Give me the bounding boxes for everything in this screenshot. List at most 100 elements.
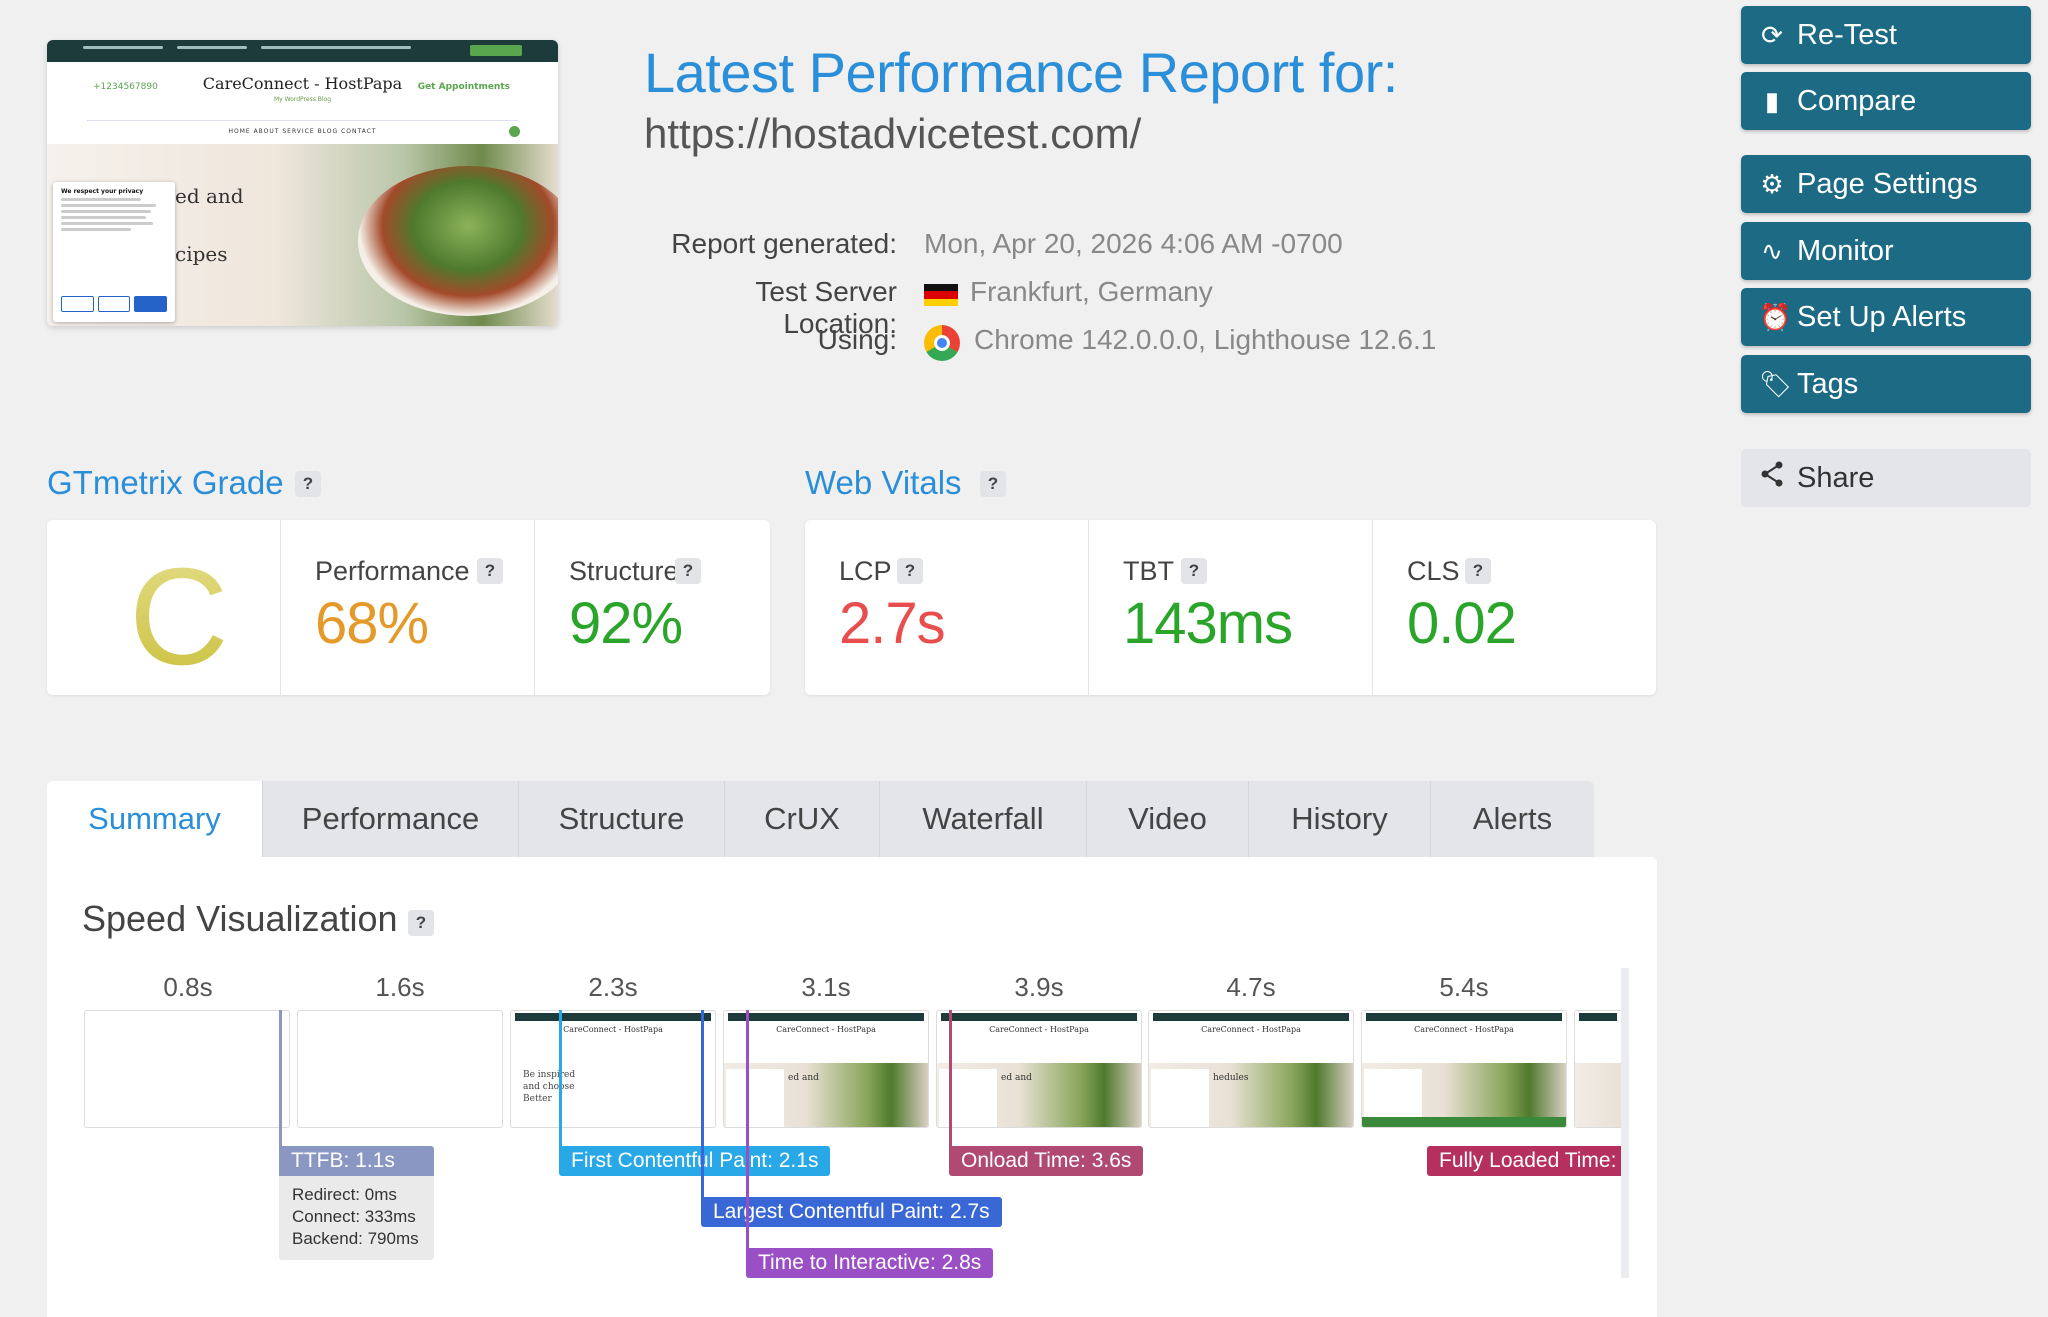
lcp-cell: LCP ? 2.7s — [805, 520, 1088, 695]
cls-help-icon[interactable]: ? — [1465, 558, 1491, 584]
alarm-clock-icon: ⏰ — [1759, 301, 1792, 332]
cls-label: CLS — [1407, 556, 1460, 586]
share-button[interactable]: Share — [1741, 449, 2031, 507]
tab-crux[interactable]: CrUX — [724, 781, 879, 857]
time-label: 2.3s — [588, 972, 638, 1002]
lcp-value: 2.7s — [839, 591, 946, 656]
tbt-label: TBT — [1123, 556, 1174, 586]
fcp-tag[interactable]: First Contentful Paint: 2.1s — [559, 1146, 831, 1176]
tab-video[interactable]: Video — [1086, 781, 1248, 857]
cls-cell: CLS ? 0.02 — [1372, 520, 1657, 695]
tag-icon: 🏷 — [1759, 368, 1793, 399]
tab-structure[interactable]: Structure — [518, 781, 724, 857]
thumb-brand-sub: My WordPress Blog — [273, 96, 332, 103]
structure-label: Structure — [569, 556, 679, 586]
report-url[interactable]: https://hostadvicetest.com/ — [644, 110, 1141, 158]
filmstrip-scroll-edge[interactable] — [1621, 968, 1629, 1278]
thumb-cookie-banner: We respect your privacy — [53, 182, 175, 322]
structure-help-icon[interactable]: ? — [675, 558, 701, 584]
compare-label: Compare — [1797, 84, 1917, 117]
time-label: 5.4s — [1439, 972, 1489, 1002]
ttfb-tag[interactable]: TTFB: 1.1s — [279, 1146, 434, 1176]
filmstrip-frame[interactable]: CareConnect - HostPapa ed and — [723, 1010, 929, 1128]
structure-cell: Structure ? 92% — [534, 520, 771, 695]
set-up-alerts-button[interactable]: ⏰ Set Up Alerts — [1741, 288, 2031, 346]
tab-alerts[interactable]: Alerts — [1430, 781, 1594, 857]
speed-visualization-title: Speed Visualization — [82, 898, 398, 939]
time-label: 1.6s — [375, 972, 425, 1002]
thumb-hero-line1: ed and — [175, 184, 244, 208]
thumb-hero-line2: cipes — [175, 242, 228, 266]
frame-brand: CareConnect - HostPapa — [1414, 1025, 1514, 1034]
time-label: 3.9s — [1014, 972, 1064, 1002]
tags-button[interactable]: 🏷 Tags — [1741, 355, 2031, 413]
grade-letter: C — [129, 538, 229, 697]
performance-value: 68% — [315, 591, 429, 656]
frame-text: hedules — [1213, 1073, 1249, 1083]
page-settings-button[interactable]: ⚙ Page Settings — [1741, 155, 2031, 213]
filmstrip-frame[interactable]: CareConnect - HostPapa ed and — [936, 1010, 1142, 1128]
document-icon: ▮ — [1764, 85, 1780, 116]
time-label: 0.8s — [163, 972, 213, 1002]
connect-time: Connect: 333ms — [292, 1207, 416, 1226]
tab-history[interactable]: History — [1248, 781, 1430, 857]
filmstrip-frame[interactable] — [84, 1010, 290, 1128]
germany-flag-icon — [924, 284, 958, 306]
time-label: 4.7s — [1226, 972, 1276, 1002]
frame-early-text: Be inspired and choose Better — [523, 1070, 576, 1104]
report-generated-value: Mon, Apr 20, 2026 4:06 AM -0700 — [924, 228, 1343, 259]
tags-label: Tags — [1797, 367, 1859, 400]
fully-loaded-tag[interactable]: Fully Loaded Time: — [1427, 1146, 1621, 1176]
server-location-value: Frankfurt, Germany — [970, 276, 1213, 307]
onload-tag[interactable]: Onload Time: 3.6s — [949, 1146, 1144, 1176]
page-screenshot-thumbnail[interactable]: +1234567890 CareConnect - HostPapa My Wo… — [47, 40, 558, 326]
thumb-nav: HOME ABOUT SERVICE BLOG CONTACT — [228, 128, 377, 135]
cls-value: 0.02 — [1407, 591, 1517, 656]
retest-button[interactable]: ⟳ Re-Test — [1741, 6, 2031, 64]
chrome-icon — [924, 325, 960, 361]
frame-text: ed and — [1001, 1073, 1032, 1083]
frame-brand: CareConnect - HostPapa — [563, 1025, 663, 1034]
web-vitals-title: Web Vitals — [805, 464, 962, 501]
backend-time: Backend: 790ms — [292, 1229, 419, 1248]
structure-value: 92% — [569, 591, 683, 656]
grade-help-icon[interactable]: ? — [295, 471, 321, 497]
onload-marker — [949, 1010, 952, 1155]
compare-button[interactable]: ▮ Compare — [1741, 72, 2031, 130]
monitor-label: Monitor — [1797, 234, 1894, 267]
ttfb-marker — [279, 1010, 282, 1155]
lcp-label: LCP — [839, 556, 892, 586]
thumb-appointment: Get Appointments — [417, 82, 510, 92]
lcp-help-icon[interactable]: ? — [897, 558, 923, 584]
filmstrip-frame[interactable]: CareConnect - HostPapa hedules — [1148, 1010, 1354, 1128]
using-value: Chrome 142.0.0.0, Lighthouse 12.6.1 — [974, 324, 1437, 355]
web-vitals-help-icon[interactable]: ? — [980, 471, 1006, 497]
retest-label: Re-Test — [1797, 18, 1897, 51]
thumb-cookie-title: We respect your privacy — [61, 188, 144, 195]
performance-cell: Performance ? 68% — [280, 520, 535, 695]
tab-summary[interactable]: Summary — [47, 781, 262, 857]
monitor-button[interactable]: ∿ Monitor — [1741, 222, 2031, 280]
tab-waterfall[interactable]: Waterfall — [879, 781, 1086, 857]
tti-tag[interactable]: Time to Interactive: 2.8s — [746, 1248, 994, 1278]
tbt-help-icon[interactable]: ? — [1181, 558, 1207, 584]
gtmetrix-grade-title: GTmetrix Grade — [47, 464, 284, 501]
performance-label: Performance — [315, 556, 470, 586]
frame-brand: CareConnect - HostPapa — [776, 1025, 876, 1034]
fcp-marker — [559, 1010, 562, 1155]
thumb-nav-dot — [509, 126, 520, 137]
speed-help-icon[interactable]: ? — [408, 910, 434, 936]
web-vitals-card: LCP ? 2.7s TBT ? 143ms CLS ? 0.02 — [805, 520, 1656, 695]
performance-help-icon[interactable]: ? — [477, 558, 503, 584]
filmstrip-frame[interactable] — [1574, 1010, 1621, 1128]
thumb-topbar — [47, 40, 558, 62]
tab-performance[interactable]: Performance — [262, 781, 518, 857]
filmstrip-frame[interactable]: CareConnect - HostPapa Be inspired and c… — [510, 1010, 716, 1128]
share-icon — [1759, 461, 1785, 495]
refresh-icon: ⟳ — [1761, 19, 1783, 50]
pulse-icon: ∿ — [1761, 235, 1783, 266]
filmstrip-frame[interactable]: CareConnect - HostPapa — [1361, 1010, 1567, 1128]
share-label: Share — [1797, 461, 1875, 494]
salad-bowl-image — [358, 166, 558, 316]
filmstrip-frame[interactable] — [297, 1010, 503, 1128]
